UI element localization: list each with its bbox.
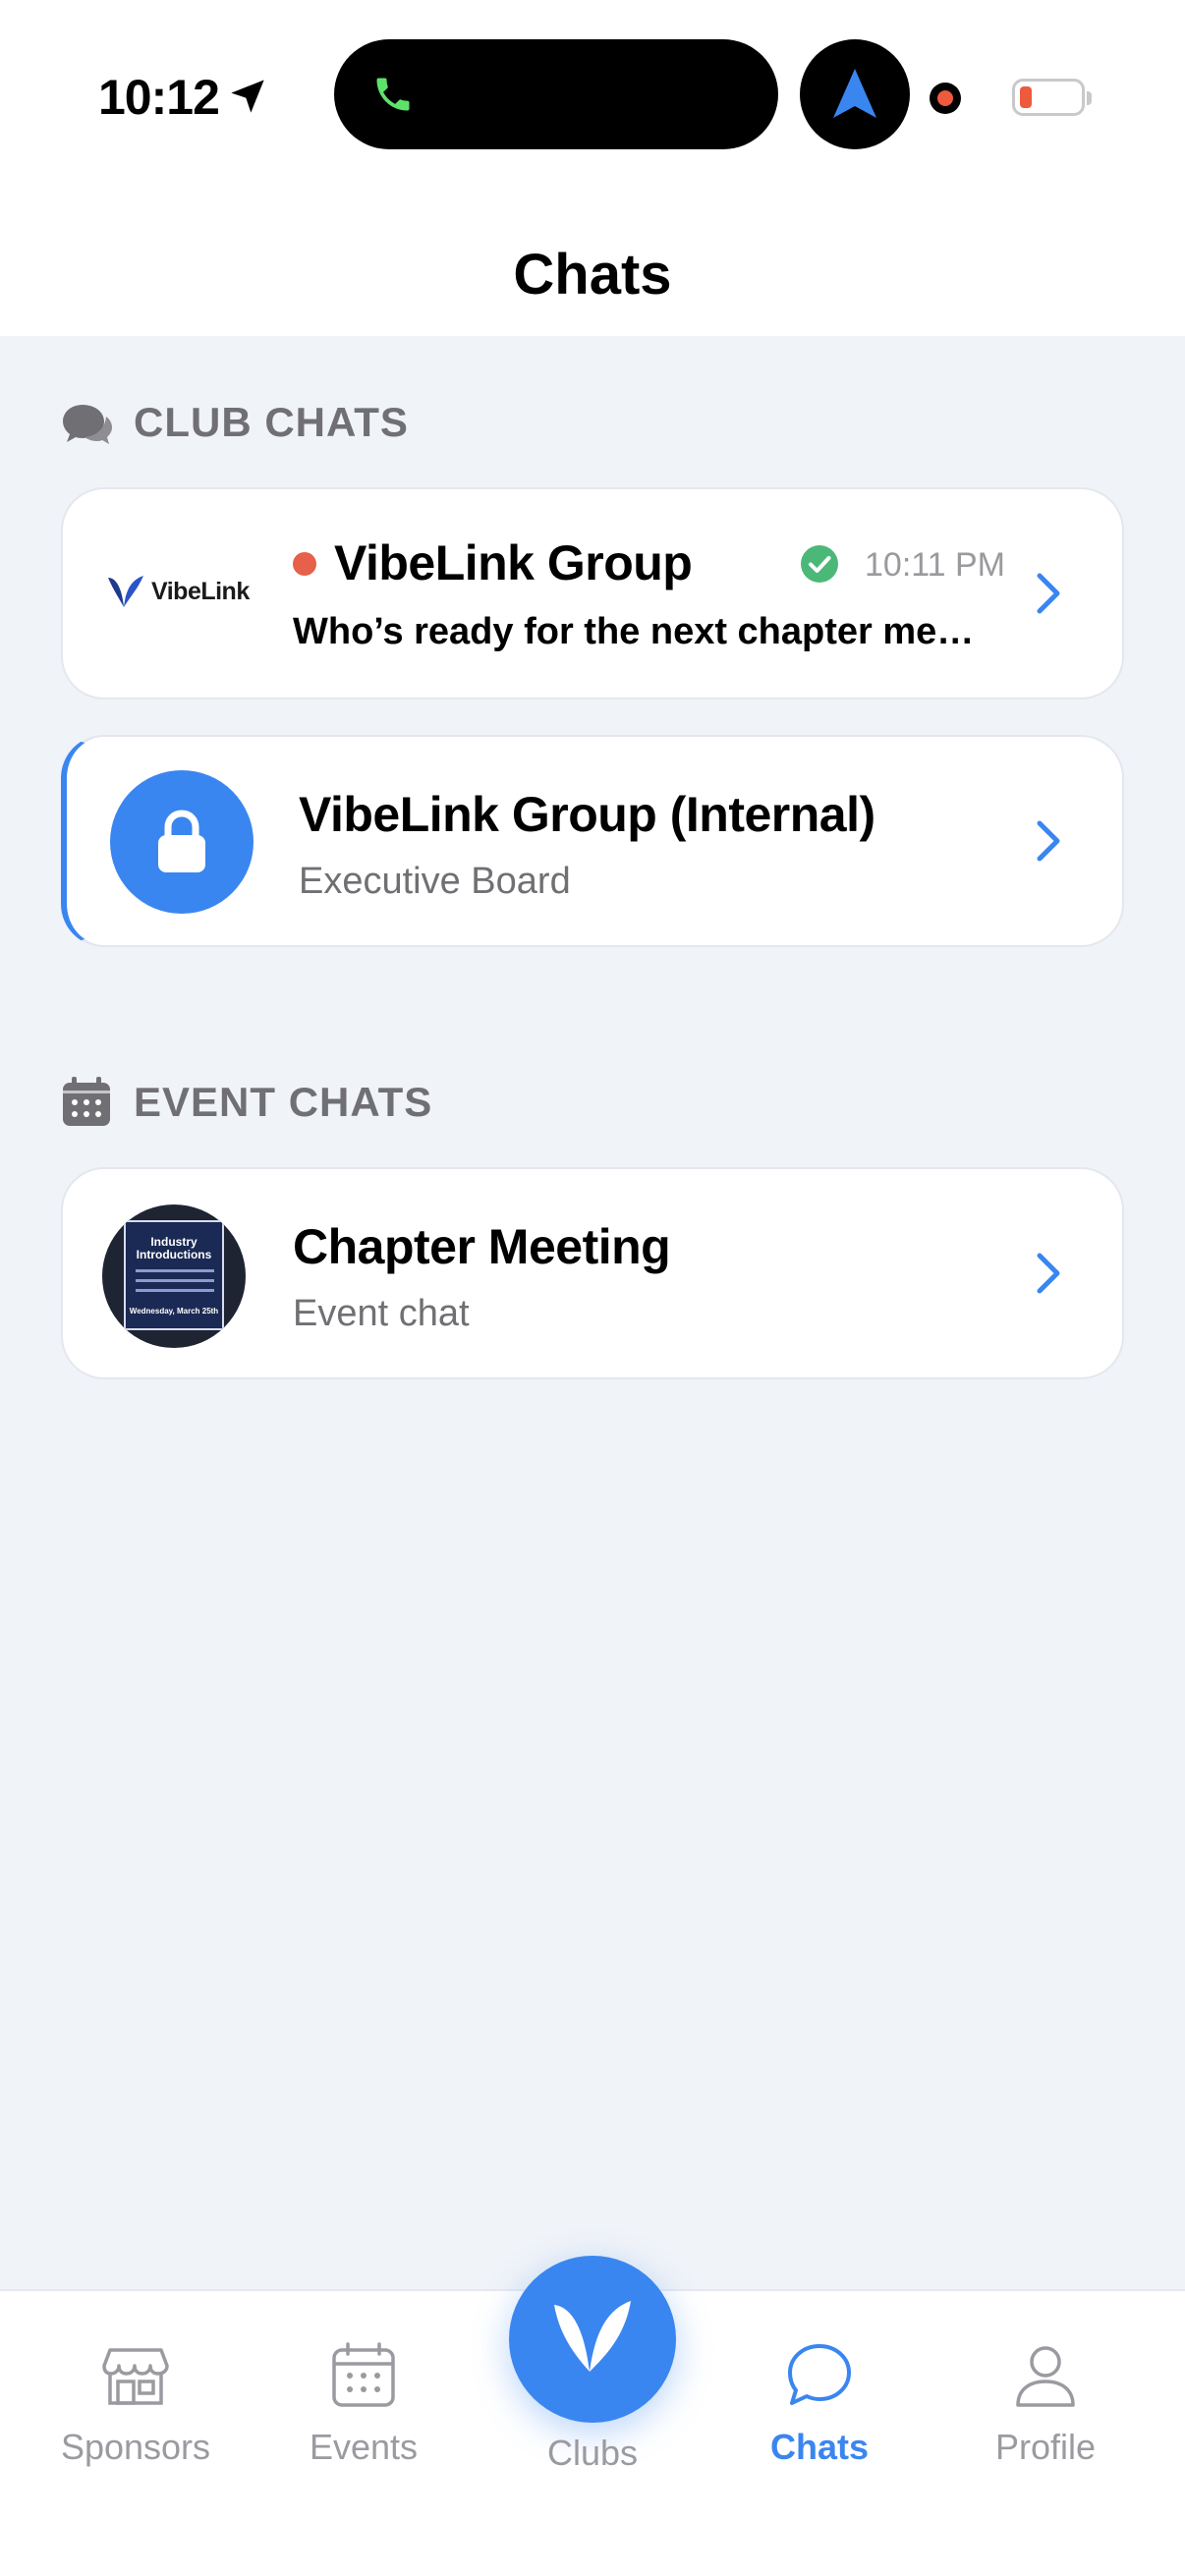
lock-avatar <box>110 770 254 914</box>
event-chats-header: EVENT CHATS <box>61 1077 432 1128</box>
butterfly-logo-icon <box>554 2301 631 2372</box>
calendar-icon <box>63 1077 110 1126</box>
chat-bubbles-icon <box>63 405 112 444</box>
tab-label: Chats <box>769 2427 870 2467</box>
vibelink-logo: VibeLink <box>106 564 293 619</box>
chat-bubble-icon <box>788 2344 851 2405</box>
navigation-indicator[interactable] <box>800 39 910 149</box>
section-label: EVENT CHATS <box>134 1079 433 1125</box>
vibelink-logo-text: VibeLink <box>151 577 250 605</box>
page-title: Chats <box>513 243 672 307</box>
calendar-icon <box>332 2342 395 2407</box>
chevron-right-icon <box>1037 820 1060 862</box>
chat-card-vibelink-group[interactable]: VibeLink VibeLink Group 10:11 PM Who’s r… <box>61 487 1124 700</box>
chat-title: VibeLink Group <box>334 535 693 590</box>
section-label: CLUB CHATS <box>134 399 409 445</box>
chat-card-chapter-meeting[interactable]: Industry Introductions Wednesday, March … <box>61 1167 1124 1379</box>
tab-label: Sponsors <box>60 2427 211 2467</box>
phone-call-icon <box>376 78 410 111</box>
chat-title: VibeLink Group (Internal) <box>299 787 875 842</box>
tab-chats[interactable]: Chats <box>721 2340 918 2488</box>
butterfly-logo-icon <box>108 576 143 607</box>
chat-subtitle: Executive Board <box>299 861 571 902</box>
lock-icon <box>158 810 205 872</box>
tab-profile[interactable]: Profile <box>947 2340 1144 2488</box>
chat-card-vibelink-internal[interactable]: VibeLink Group (Internal) Executive Boar… <box>61 735 1124 947</box>
verified-check-icon <box>801 545 838 583</box>
chevron-right-icon <box>1037 573 1060 614</box>
recording-indicator-icon <box>930 83 961 114</box>
chats-screen: 10:12 Chats CLUB CHATS VibeLink VibeLink… <box>0 0 1185 2576</box>
location-arrow-icon <box>231 80 264 113</box>
chevron-right-icon <box>1037 1253 1060 1294</box>
tab-sponsors[interactable]: Sponsors <box>37 2340 234 2488</box>
tab-label: Events <box>309 2427 419 2467</box>
navigation-arrow-icon <box>833 69 876 118</box>
tab-clubs-button[interactable] <box>509 2256 676 2423</box>
person-icon <box>1016 2346 1075 2407</box>
event-poster: Industry Introductions Wednesday, March … <box>124 1220 224 1330</box>
chat-subtitle: Event chat <box>293 1293 470 1334</box>
unread-indicator <box>293 552 316 576</box>
club-chats-header: CLUB CHATS <box>61 397 409 448</box>
poster-title: Industry Introductions <box>136 1235 212 1261</box>
tab-clubs-label: Clubs <box>546 2433 639 2473</box>
battery-icon <box>1012 79 1092 116</box>
storefront-icon <box>102 2348 169 2405</box>
chat-preview: Who’s ready for the next chapter meet... <box>293 611 981 652</box>
chat-title: Chapter Meeting <box>293 1219 671 1274</box>
event-thumbnail: Industry Introductions Wednesday, March … <box>102 1204 246 1348</box>
poster-date: Wednesday, March 25th <box>129 1307 219 1316</box>
chat-timestamp: 10:11 PM <box>865 546 1006 584</box>
tab-events[interactable]: Events <box>265 2340 462 2488</box>
dynamic-island[interactable] <box>334 39 778 149</box>
status-time: 10:12 <box>98 70 220 125</box>
top-header: 10:12 Chats <box>0 0 1185 336</box>
tab-label: Profile <box>994 2427 1097 2467</box>
